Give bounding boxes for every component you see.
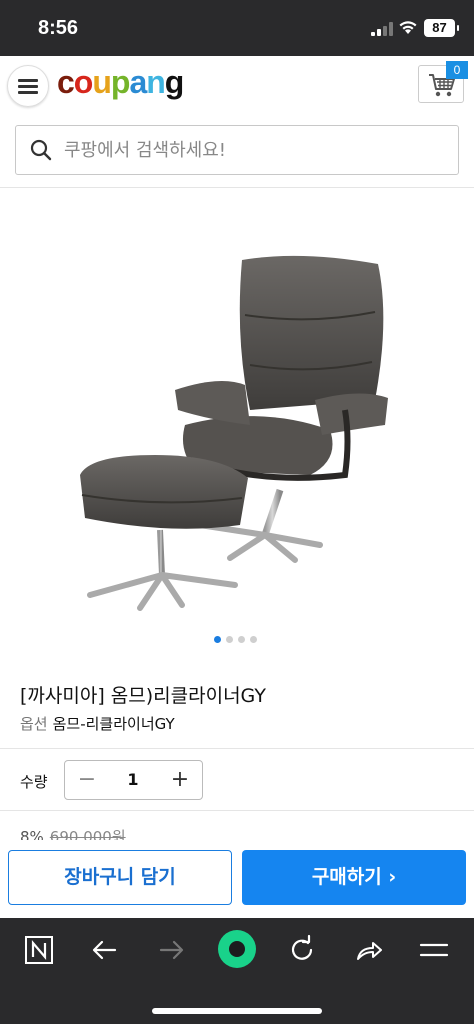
home-dot-icon[interactable] — [216, 928, 258, 970]
product-image[interactable] — [60, 240, 400, 630]
gallery-dot[interactable] — [238, 636, 245, 643]
menu-icon[interactable] — [416, 932, 452, 968]
quantity-stepper: − 1 + — [64, 760, 203, 800]
top-header: coupang — [0, 56, 474, 116]
logo-letter: n — [146, 64, 166, 100]
reload-icon[interactable] — [284, 932, 320, 968]
hamburger-icon — [18, 79, 38, 94]
share-icon[interactable] — [350, 932, 386, 968]
menu-button[interactable] — [7, 65, 49, 107]
logo-letter: c — [57, 64, 75, 100]
home-indicator — [152, 1008, 322, 1014]
discount-rate: 8% — [20, 828, 44, 840]
signal-icon — [371, 22, 393, 36]
logo-letter: o — [73, 64, 94, 100]
option-label: 옵션 — [20, 715, 48, 733]
cart-count-badge: 0 — [446, 61, 468, 79]
gallery-dot[interactable] — [250, 636, 257, 643]
forward-arrow-icon[interactable] — [153, 932, 189, 968]
notion-icon[interactable] — [21, 932, 57, 968]
wifi-icon — [399, 21, 417, 34]
status-time: 8:56 — [38, 17, 79, 39]
logo-letter: a — [129, 64, 147, 100]
option-row: 옵션 옴므-리클라이너GY — [20, 713, 175, 734]
quantity-value[interactable]: 1 — [109, 761, 157, 799]
search-box[interactable] — [15, 125, 459, 175]
qty-divider — [0, 810, 474, 811]
status-bar: 8:56 87 — [0, 0, 474, 56]
quantity-plus-button[interactable]: + — [160, 761, 200, 799]
logo-letter: u — [92, 64, 112, 100]
gallery-dot-active[interactable] — [214, 636, 221, 643]
option-value: 옴므-리클라이너GY — [52, 715, 175, 733]
gallery-dot[interactable] — [226, 636, 233, 643]
quantity-minus-button[interactable]: − — [67, 761, 107, 799]
add-to-cart-button[interactable]: 장바구니 담기 — [8, 850, 232, 905]
coupang-logo[interactable]: coupang — [57, 64, 185, 101]
search-icon — [30, 139, 52, 161]
logo-letter: p — [110, 64, 131, 100]
buy-now-button[interactable]: 구매하기 › — [242, 850, 466, 905]
gallery-dots — [214, 636, 257, 643]
search-input[interactable] — [64, 126, 444, 174]
quantity-label: 수량 — [20, 773, 48, 791]
logo-letter: g — [164, 64, 185, 100]
product-title: [까사미아] 옴므)리클라이너GY — [20, 685, 266, 707]
original-price: 690,000원 — [49, 828, 126, 840]
battery-indicator: 87 — [424, 19, 459, 37]
price-row: 8% 690,000원 — [20, 826, 126, 840]
info-divider — [0, 748, 474, 749]
header-divider — [0, 187, 474, 188]
back-arrow-icon[interactable] — [87, 932, 123, 968]
